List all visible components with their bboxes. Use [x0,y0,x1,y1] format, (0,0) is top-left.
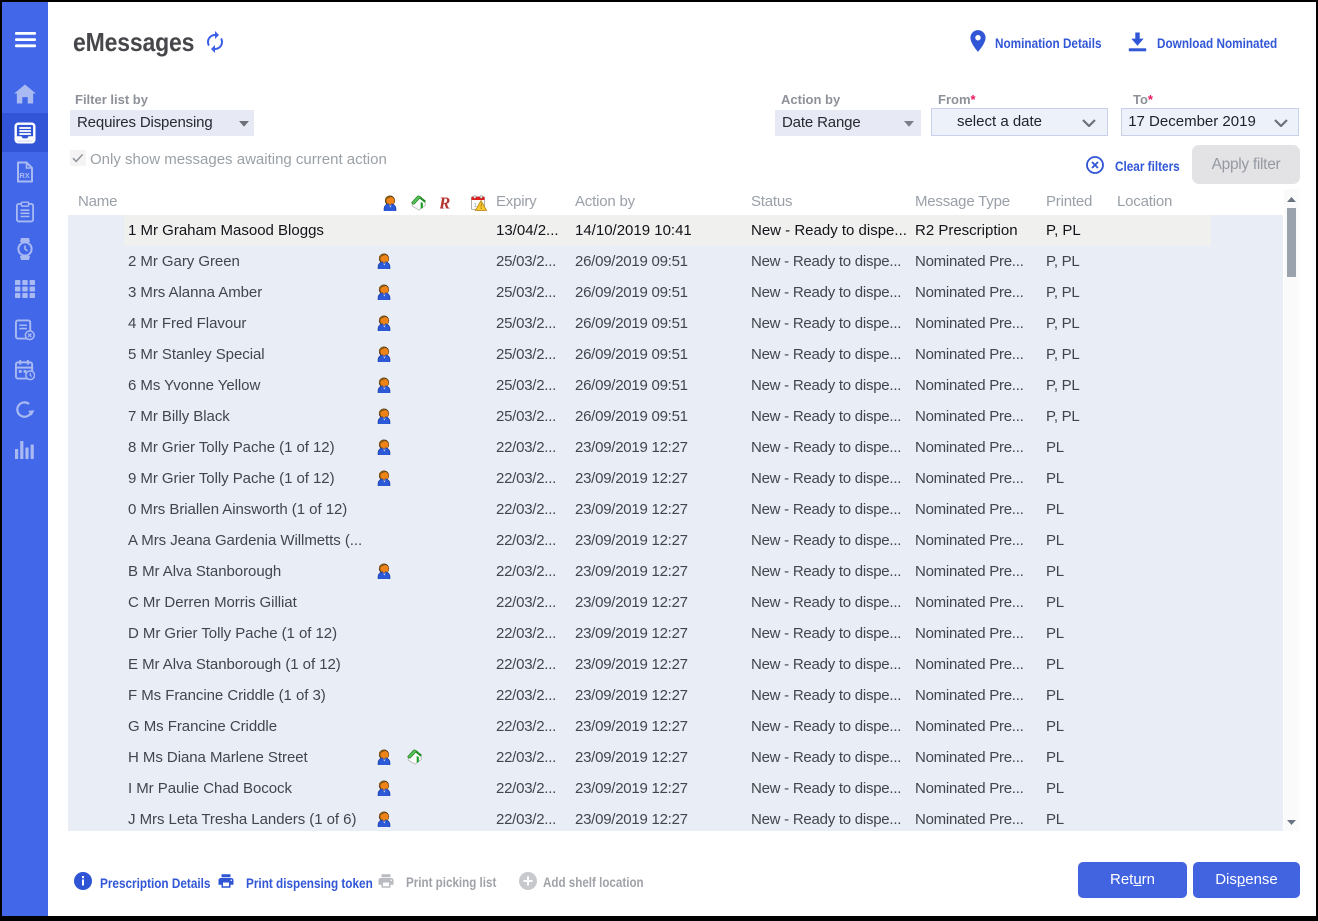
svg-text:RX: RX [19,171,29,180]
